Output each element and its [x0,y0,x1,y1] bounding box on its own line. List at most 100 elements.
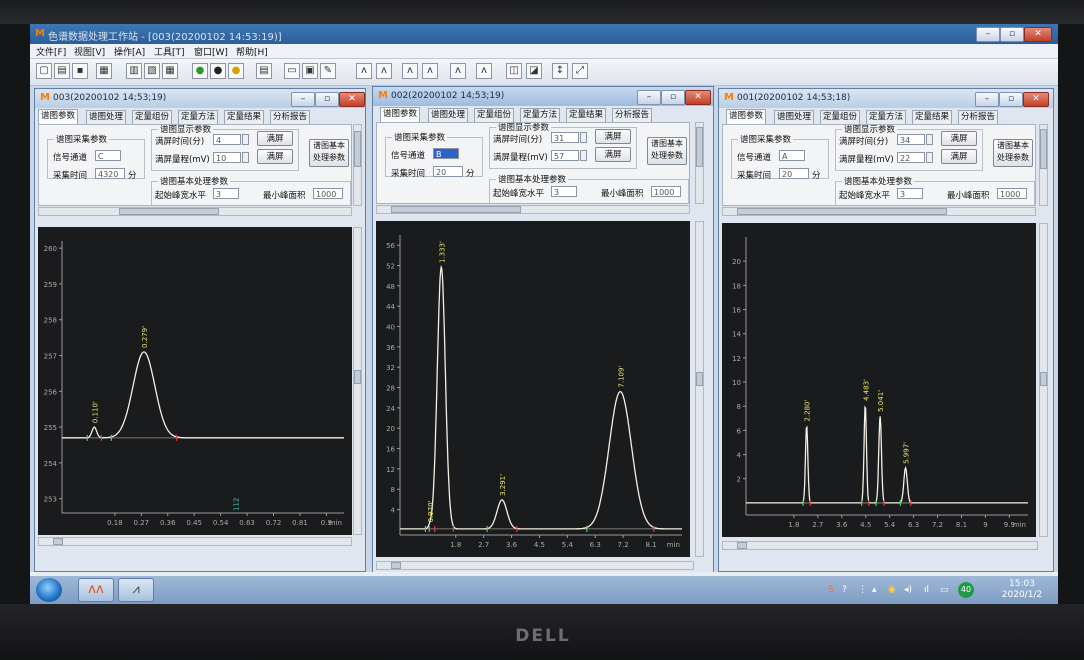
tab-analysis-report[interactable]: 分析报告 [958,110,999,124]
peak-icon-2[interactable]: ʌ [376,63,392,79]
menu-tools[interactable]: 工具[T] [154,45,185,58]
full-range-spinner[interactable] [242,152,249,163]
tab-chromatogram-processing[interactable]: 谱图处理 [86,110,127,124]
basic-processing-button[interactable]: 谱图基本处理参数 [647,137,687,165]
chromatogram-window-003[interactable]: M 003(20200102 14;53;19) – ▫ ✕ 谱图参数 谱图处理… [34,88,366,572]
menu-view[interactable]: 视图[V] [74,45,105,58]
split-icon[interactable]: ⤢ [572,63,588,79]
grid-icon[interactable]: ▦ [162,63,178,79]
tray-help-icon[interactable]: ? [842,585,847,595]
fullscreen-range-button[interactable]: 满屏 [595,147,631,162]
peak-icon-6[interactable]: ʌ [476,63,492,79]
channel-select[interactable]: B [433,148,459,159]
tray-volume-icon[interactable]: ◂) [904,585,912,595]
param-panel-vscroll[interactable] [353,124,362,206]
baseline-input[interactable]: 3 [897,188,923,199]
chart-vscroll-002[interactable] [695,221,704,557]
start-acquisition-icon[interactable]: ● [192,63,208,79]
window-002-maximize-button[interactable]: ▫ [661,90,685,105]
menu-file[interactable]: 文件[F] [36,45,66,58]
full-time-spinner[interactable] [580,132,587,143]
chart-hscroll-002[interactable] [376,561,694,570]
full-range-input[interactable]: 22 [897,152,925,163]
menu-operate[interactable]: 操作[A] [114,45,145,58]
tab-quant-results[interactable]: 定量结果 [912,110,953,124]
channel-select[interactable]: C [95,150,121,161]
zoom-icon[interactable]: ◫ [506,63,522,79]
peak-icon-3[interactable]: ʌ [402,63,418,79]
full-range-spinner[interactable] [580,150,587,161]
window-001-minimize-button[interactable]: – [975,92,999,107]
taskbar-clock[interactable]: 15:03 2020/1/2 [992,579,1052,601]
peak-icon-5[interactable]: ʌ [450,63,466,79]
tray-network-icon[interactable]: ⋮ [858,585,867,595]
window-002-minimize-button[interactable]: – [637,90,661,105]
chromatogram-chart-003[interactable]: 253 254 255 256 257 258 259 260 0.18 0.27 0.36 0.45… [38,227,352,535]
fullscreen-range-button[interactable]: 满屏 [941,149,977,164]
chromatogram-chart-002[interactable]: 4 8 12 16 20 24 28 32 36 40 44 48 52 56 1.8 2.7 3.6 4.5 5.… [376,221,690,557]
min-area-input[interactable]: 1000 [651,186,681,197]
channel-select[interactable]: A [779,150,805,161]
chromatogram-window-001[interactable]: M 001(20200102 14;53;18) – ▫ ✕ 谱图参数 谱图处理… [718,88,1054,572]
basic-processing-button[interactable]: 谱图基本处理参数 [309,139,349,167]
menu-window[interactable]: 窗口[W] [194,45,228,58]
chart-hscroll-001[interactable] [722,541,1038,550]
chart-vscroll-001[interactable] [1039,223,1048,537]
tile-icon[interactable]: ▥ [126,63,142,79]
full-time-spinner[interactable] [926,134,933,145]
tab-quant-results[interactable]: 定量结果 [224,110,265,124]
tab-quant-method[interactable]: 定量方法 [866,110,907,124]
tab-quant-components[interactable]: 定量组份 [820,110,861,124]
window-003-minimize-button[interactable]: – [291,92,315,107]
tab-analysis-report[interactable]: 分析报告 [270,110,311,124]
print-preview-icon[interactable]: ▦ [96,63,112,79]
main-minimize-button[interactable]: – [976,27,1000,42]
peak-icon-1[interactable]: ʌ [356,63,372,79]
main-maximize-button[interactable]: ▫ [1000,27,1024,42]
open-folder-icon[interactable]: ▤ [54,63,70,79]
marker-icon[interactable]: ↕ [552,63,568,79]
param-panel-hscroll[interactable] [376,205,690,214]
tab-quant-results[interactable]: 定量结果 [566,108,607,122]
new-file-icon[interactable]: ▢ [36,63,52,79]
full-range-spinner[interactable] [926,152,933,163]
tray-display-icon[interactable]: ▭ [940,585,949,595]
stop-acquisition-icon[interactable]: ● [210,63,226,79]
menu-help[interactable]: 帮助[H] [236,45,268,58]
full-time-input[interactable]: 34 [897,134,925,145]
save-icon[interactable]: ▪ [72,63,88,79]
full-range-input[interactable]: 10 [213,152,241,163]
baseline-input[interactable]: 3 [551,186,577,197]
tab-quant-components[interactable]: 定量组份 [132,110,173,124]
tray-security-icon[interactable]: ◉ [888,585,896,595]
param-panel-hscroll[interactable] [38,207,352,216]
window-003-maximize-button[interactable]: ▫ [315,92,339,107]
acq-time-input[interactable]: 20 [433,166,463,177]
full-range-input[interactable]: 57 [551,150,579,161]
acq-time-input[interactable]: 4320 [95,168,125,179]
main-close-button[interactable]: ✕ [1024,27,1052,42]
window-002-close-button[interactable]: ✕ [685,90,711,105]
tab-quant-method[interactable]: 定量方法 [520,108,561,122]
acq-time-input[interactable]: 20 [779,168,809,179]
tab-chromatogram-processing[interactable]: 谱图处理 [428,108,469,122]
fullscreen-time-button[interactable]: 满屏 [257,131,293,146]
tray-badge[interactable]: 40 [958,582,974,598]
full-time-input[interactable]: 31 [551,132,579,143]
taskbar-app-monitor[interactable]: ⩘ [118,578,154,602]
chart-hscroll-003[interactable] [38,537,352,546]
fullscreen-time-button[interactable]: 满屏 [941,131,977,146]
basic-processing-button[interactable]: 谱图基本处理参数 [993,139,1033,167]
baseline-input[interactable]: 3 [213,188,239,199]
cascade-icon[interactable]: ▧ [144,63,160,79]
tray-signal-icon[interactable]: ıl [924,585,929,595]
taskbar-app-chromatography[interactable]: ʌʌ [78,578,114,602]
full-time-input[interactable]: 4 [213,134,241,145]
tab-chromatogram-params[interactable]: 谱图参数 [38,109,79,125]
chromatogram-window-002[interactable]: M 002(20200102 14;53;19) – ▫ ✕ 谱图参数 谱图处理… [372,86,714,578]
full-time-spinner[interactable] [242,134,249,145]
print-icon[interactable]: ▭ [284,63,300,79]
min-area-input[interactable]: 1000 [997,188,1027,199]
settings-icon[interactable]: ✎ [320,63,336,79]
peak-icon-4[interactable]: ʌ [422,63,438,79]
